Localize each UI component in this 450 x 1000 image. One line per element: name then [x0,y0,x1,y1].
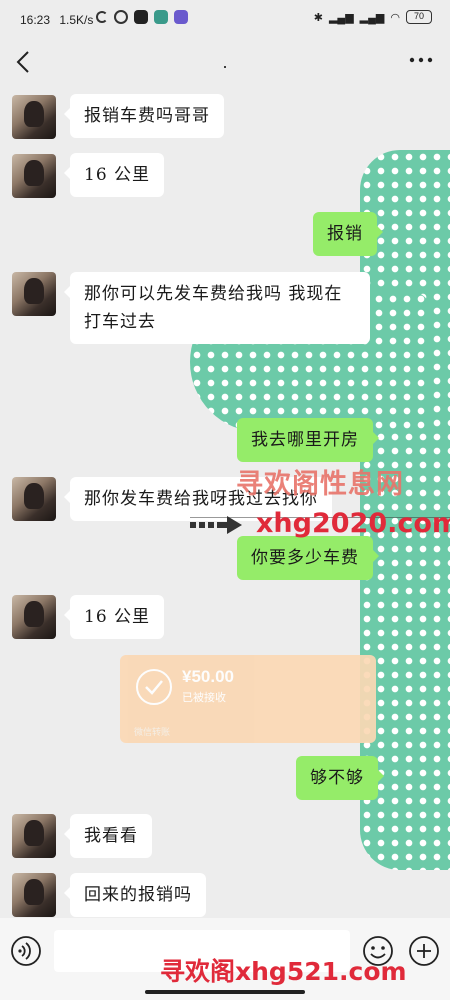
battery-icon: 70 [406,10,432,24]
app-icon [174,10,188,24]
contact-avatar[interactable] [12,477,56,521]
contact-avatar[interactable] [12,154,56,198]
contact-avatar[interactable] [12,272,56,316]
notification-icons [96,10,188,24]
alarm-icon [114,10,128,24]
app-icon [134,10,148,24]
signal-icon: ▂▄▆ [328,11,354,24]
transfer-card[interactable]: ¥50.00 已被接收 微信转账 [120,655,376,743]
message-bubble-incoming[interactable]: 报销车费吗哥哥 [64,94,224,138]
message-bubble-incoming[interactable]: 我看看 [64,814,152,858]
transfer-amount: ¥50.00 [182,667,234,686]
chat-header: . [0,40,450,84]
transfer-status: 已被接收 [182,692,226,704]
watermark-bottom: 寻欢阁xhg521.com [160,957,407,986]
app-icon [154,10,168,24]
status-time: 16:23 1.5K/s [20,13,93,27]
moon-icon [96,11,108,23]
contact-avatar[interactable] [12,595,56,639]
message-bubble-incoming[interactable]: 16 公里 [63,595,165,639]
message-bubble-incoming[interactable]: 回来的报销吗 [64,873,206,917]
more-options-icon[interactable] [408,50,434,70]
bluetooth-icon: ✱ [313,11,323,24]
contact-avatar[interactable] [12,873,56,917]
message-bubble-outgoing[interactable]: 我去哪里开房 [237,418,379,462]
wifi-icon: ◠ [390,11,400,24]
message-bubble-incoming[interactable]: 那你可以先发车费给我吗 我现在打车过去 [64,272,370,344]
system-icons: ✱ ▂▄▆ ▂▄▆ ◠ 70 [314,10,432,24]
message-bubble-outgoing[interactable]: 够不够 [296,756,384,800]
voice-icon[interactable] [10,935,42,967]
arrow-right-icon [190,516,242,534]
message-bubble-incoming[interactable]: 16 公里 [63,153,165,197]
watermark-url: xhg2020.com [256,508,450,539]
network-speed: 1.5K/s [59,13,94,27]
plus-icon[interactable] [408,935,440,967]
message-bubble-outgoing[interactable]: 你要多少车费 [237,536,379,580]
home-indicator[interactable] [145,990,305,994]
transfer-footer: 微信转账 [134,727,171,737]
watermark-text: 寻欢阁性息网 [236,469,404,500]
contact-avatar[interactable] [12,814,56,858]
signal-icon: ▂▄▆ [359,11,385,24]
check-circle-icon [136,669,172,705]
clock-text: 16:23 [20,13,51,27]
chat-title: . [222,52,228,72]
message-bubble-outgoing[interactable]: 报销 [313,212,383,256]
contact-avatar[interactable] [12,95,56,139]
status-bar: 16:23 1.5K/s ✱ ▂▄▆ ▂▄▆ ◠ 70 [0,0,450,40]
